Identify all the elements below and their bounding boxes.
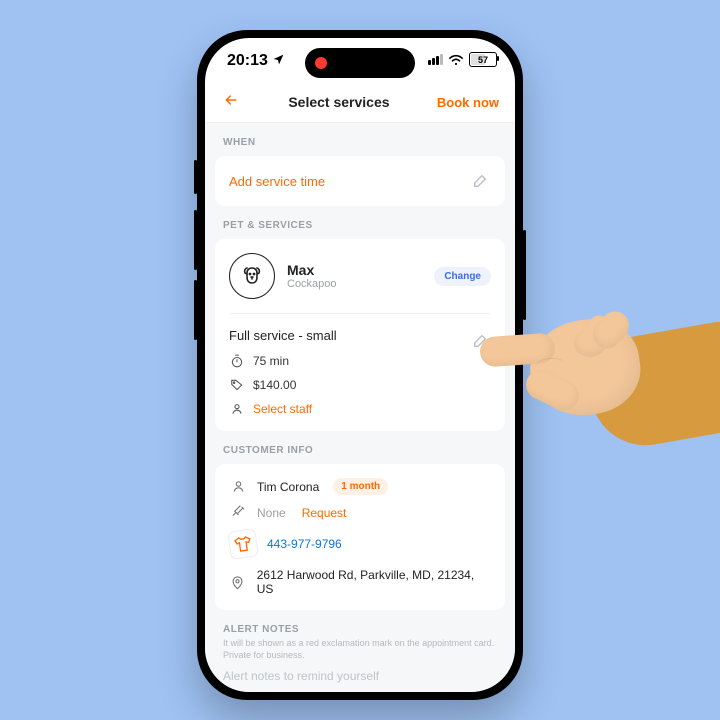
service-name: Full service - small: [229, 328, 469, 343]
power-button: [523, 230, 526, 320]
alert-sublabel: It will be shown as a red exclamation ma…: [205, 637, 515, 669]
request-vaccine-button[interactable]: Request: [302, 506, 347, 520]
customer-name: Tim Corona: [257, 480, 319, 494]
price-tag-icon: [229, 377, 245, 393]
shirt-icon: [227, 528, 259, 560]
alert-notes-input[interactable]: Alert notes to remind yourself: [205, 669, 515, 692]
customer-card: Tim Corona 1 month None Request: [215, 464, 505, 610]
person-icon: [229, 479, 247, 494]
when-card: Add service time: [215, 156, 505, 206]
person-icon: [229, 401, 245, 417]
section-label-when: WHEN: [205, 123, 515, 156]
stopwatch-icon: [229, 353, 245, 369]
divider: [229, 313, 491, 314]
change-pet-button[interactable]: Change: [434, 267, 491, 286]
phone-frame: 20:13 57: [197, 30, 523, 700]
book-now-button[interactable]: Book now: [437, 95, 499, 110]
content-scroll[interactable]: WHEN Add service time PET & SERVICES: [205, 123, 515, 692]
section-label-customer: CUSTOMER INFO: [205, 431, 515, 464]
cellular-icon: [428, 54, 443, 65]
pet-breed: Cockapoo: [287, 278, 337, 290]
wifi-icon: [448, 54, 464, 66]
pointing-hand-illustration: [510, 265, 720, 455]
dynamic-island: [305, 48, 415, 78]
location-arrow-icon: [272, 53, 285, 69]
vaccine-status: None: [257, 506, 286, 520]
edit-service-icon[interactable]: [469, 330, 491, 352]
map-pin-icon: [229, 575, 247, 590]
service-price: $140.00: [253, 378, 296, 392]
edit-icon[interactable]: [469, 170, 491, 192]
battery-icon: 57: [469, 52, 497, 67]
customer-address: 2612 Harwood Rd, Parkville, MD, 21234, U…: [257, 568, 491, 596]
section-label-alert: ALERT NOTES: [205, 610, 515, 637]
customer-phone[interactable]: 443-977-9796: [267, 537, 342, 551]
volume-down-button: [194, 280, 197, 340]
recency-badge: 1 month: [333, 478, 388, 495]
syringe-icon: [229, 505, 247, 520]
page-title: Select services: [288, 94, 389, 110]
pet-avatar-icon: [229, 253, 275, 299]
section-label-pets: PET & SERVICES: [205, 206, 515, 239]
pet-name: Max: [287, 262, 337, 279]
side-button: [194, 160, 197, 194]
back-button[interactable]: [221, 91, 241, 114]
volume-up-button: [194, 210, 197, 270]
pet-services-card: Max Cockapoo Change Full service - small: [215, 239, 505, 431]
nav-header: Select services Book now: [205, 82, 515, 123]
status-time: 20:13: [227, 52, 268, 70]
add-service-time-button[interactable]: Add service time: [229, 174, 325, 189]
service-duration: 75 min: [253, 354, 289, 368]
select-staff-button[interactable]: Select staff: [229, 401, 469, 417]
status-bar: 20:13 57: [205, 38, 515, 82]
